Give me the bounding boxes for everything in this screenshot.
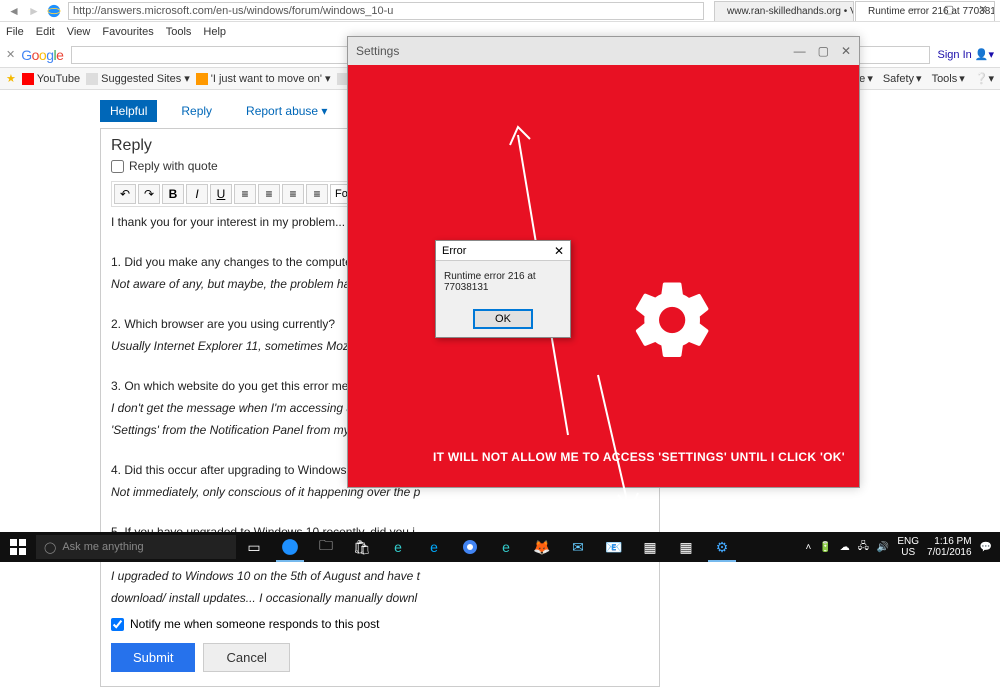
tray-chevron-icon[interactable]: ˄ xyxy=(805,542,811,553)
task-ie[interactable] xyxy=(272,532,308,562)
fav-suggested[interactable]: Suggested Sites ▾ xyxy=(86,72,190,85)
menu-edit[interactable]: Edit xyxy=(36,26,55,38)
gear-icon xyxy=(628,275,718,365)
task-ie2[interactable]: e xyxy=(488,532,524,562)
settings-min-button[interactable]: — xyxy=(794,44,806,58)
tray-onedrive-icon[interactable]: ☁ xyxy=(840,542,850,553)
close-button[interactable]: ✕ xyxy=(966,0,1000,18)
redo-button[interactable]: ↷ xyxy=(138,184,160,204)
task-chrome[interactable] xyxy=(452,532,488,562)
maximize-button[interactable]: ▢ xyxy=(932,0,966,18)
url-text: http://answers.microsoft.com/en-us/windo… xyxy=(73,5,393,17)
annotation-text: IT WILL NOT ALLOW ME TO ACCESS 'SETTINGS… xyxy=(433,450,845,464)
taskbar: ◯ Ask me anything ▭ 🗀 🛍 e e e 🦊 ✉ 📧 ▦ ▦ … xyxy=(0,532,1000,562)
align-center-button[interactable]: ≡ xyxy=(258,184,280,204)
task-edge2[interactable]: e xyxy=(416,532,452,562)
italic-button[interactable]: I xyxy=(186,184,208,204)
back-button[interactable]: ◄ xyxy=(4,2,24,20)
task-app2[interactable]: ▦ xyxy=(668,532,704,562)
tray-notifications-icon[interactable]: 💬 xyxy=(980,542,992,553)
favorites-star-icon[interactable]: ★ xyxy=(6,72,16,85)
error-message: Runtime error 216 at 77038131 xyxy=(436,261,570,303)
taskbar-search[interactable]: ◯ Ask me anything xyxy=(36,535,236,559)
task-mail[interactable]: ✉ xyxy=(560,532,596,562)
cancel-button[interactable]: Cancel xyxy=(203,643,289,672)
settings-close-button[interactable]: ✕ xyxy=(841,44,851,58)
toolbar-safety[interactable]: Safety ▾ xyxy=(883,72,922,85)
close-bar-icon[interactable]: ✕ xyxy=(6,48,15,61)
error-title: Error xyxy=(442,245,466,257)
tab-ran[interactable]: www.ran-skilledhands.org • Vi... xyxy=(714,1,854,21)
tab-helpful[interactable]: Helpful xyxy=(100,100,157,122)
task-app[interactable]: ▦ xyxy=(632,532,668,562)
forward-button[interactable]: ► xyxy=(24,2,44,20)
task-explorer[interactable]: 🗀 xyxy=(308,532,344,562)
body-line: download/ install updates... I occasiona… xyxy=(111,589,649,607)
task-firefox[interactable]: 🦊 xyxy=(524,532,560,562)
task-outlook[interactable]: 📧 xyxy=(596,532,632,562)
align-left-button[interactable]: ≡ xyxy=(234,184,256,204)
tray-volume-icon[interactable]: 🔊 xyxy=(877,542,889,553)
menu-view[interactable]: View xyxy=(67,26,91,38)
toolbar-tools[interactable]: Tools ▾ xyxy=(932,72,965,85)
settings-title: Settings xyxy=(356,44,399,58)
fav-youtube[interactable]: YouTube xyxy=(22,73,80,85)
tray-network-icon[interactable]: 🖧 xyxy=(858,539,869,556)
task-edge[interactable]: e xyxy=(380,532,416,562)
tray-clock[interactable]: 1:16 PM 7/01/2016 xyxy=(927,536,972,558)
tab-label: www.ran-skilledhands.org • Vi... xyxy=(727,6,854,17)
tab-report[interactable]: Report abuse ▾ xyxy=(236,100,337,122)
notify-checkbox[interactable]: Notify me when someone responds to this … xyxy=(111,617,649,631)
minimize-button[interactable]: — xyxy=(898,0,932,18)
tray-lang[interactable]: ENG US xyxy=(897,536,919,558)
align-justify-button[interactable]: ≡ xyxy=(306,184,328,204)
arrow-annotation xyxy=(588,365,648,515)
ie-icon xyxy=(47,4,61,18)
underline-button[interactable]: U xyxy=(210,184,232,204)
task-settings[interactable]: ⚙ xyxy=(704,532,740,562)
align-right-button[interactable]: ≡ xyxy=(282,184,304,204)
google-logo: Google xyxy=(21,47,63,63)
bold-button[interactable]: B xyxy=(162,184,184,204)
sign-in-link[interactable]: Sign In 👤▾ xyxy=(938,48,994,61)
task-store[interactable]: 🛍 xyxy=(344,532,380,562)
menu-file[interactable]: File xyxy=(6,26,24,38)
menu-tools[interactable]: Tools xyxy=(166,26,192,38)
tray-battery-icon[interactable]: 🔋 xyxy=(819,542,831,553)
address-bar[interactable]: http://answers.microsoft.com/en-us/windo… xyxy=(68,2,704,20)
body-line: I upgraded to Windows 10 on the 5th of A… xyxy=(111,567,649,585)
settings-window: Settings — ▢ ✕ IT WILL NOT ALLOW ME TO A… xyxy=(347,36,860,488)
fav-moveon[interactable]: 'I just want to move on' ▾ xyxy=(196,72,331,85)
start-button[interactable] xyxy=(0,532,36,562)
error-close-button[interactable]: ✕ xyxy=(554,244,564,258)
window-controls: — ▢ ✕ xyxy=(898,0,1000,18)
error-ok-button[interactable]: OK xyxy=(473,309,533,329)
menu-help[interactable]: Help xyxy=(203,26,226,38)
undo-button[interactable]: ↶ xyxy=(114,184,136,204)
task-view-button[interactable]: ▭ xyxy=(236,532,272,562)
submit-button[interactable]: Submit xyxy=(111,643,195,672)
error-dialog: Error ✕ Runtime error 216 at 77038131 OK xyxy=(435,240,571,338)
tab-reply[interactable]: Reply xyxy=(171,100,222,122)
toolbar-help-icon[interactable]: ❔▾ xyxy=(975,72,994,85)
settings-max-button[interactable]: ▢ xyxy=(818,44,829,58)
menu-favourites[interactable]: Favourites xyxy=(102,26,153,38)
